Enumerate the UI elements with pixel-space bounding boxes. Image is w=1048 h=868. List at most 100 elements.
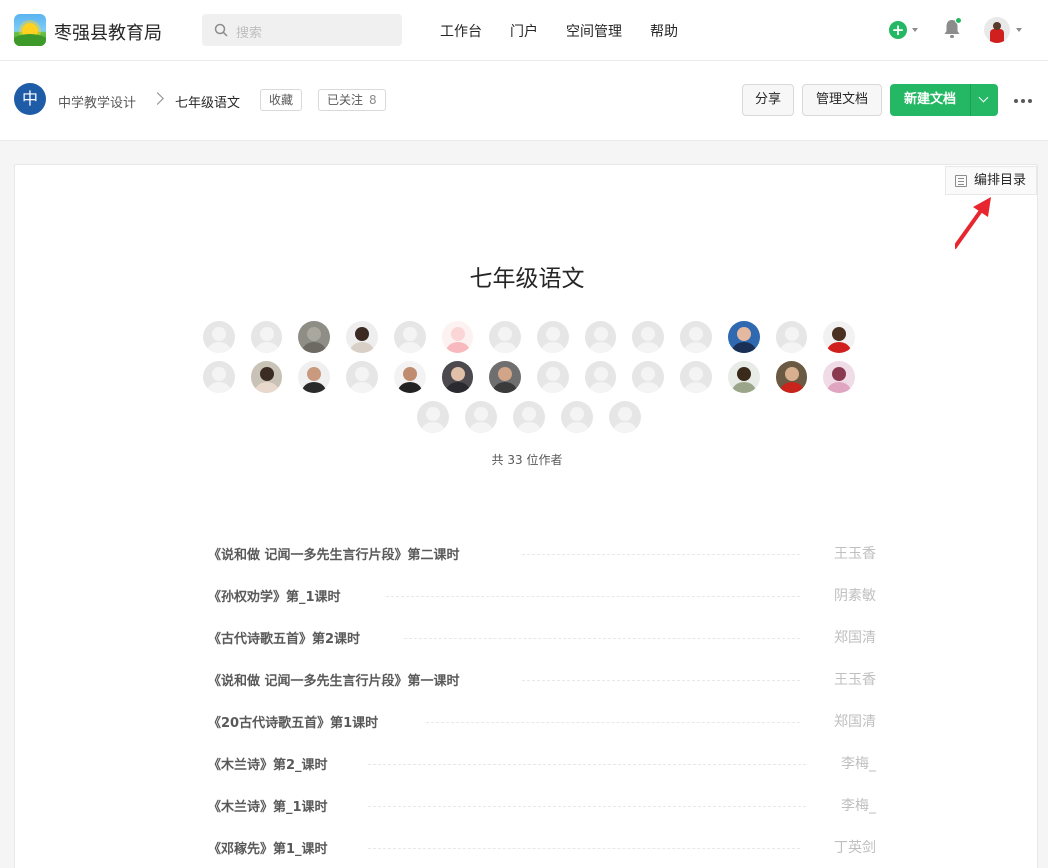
favorite-button[interactable]: 收藏: [260, 89, 303, 111]
new-doc-dropdown-icon[interactable]: [978, 92, 989, 103]
notification-dot: [955, 17, 962, 24]
author-avatar[interactable]: [346, 321, 378, 353]
doc-title[interactable]: 《木兰诗》第_1课时: [208, 796, 328, 815]
author-avatar[interactable]: [465, 401, 497, 433]
dotted-leader: [368, 764, 806, 765]
author-avatar[interactable]: [775, 321, 808, 353]
list-item[interactable]: 《说和做 记闻一多先生言行片段》第一课时 王玉香: [208, 661, 876, 703]
breadcrumb-space[interactable]: 中学教学设计: [58, 92, 136, 111]
space-badge[interactable]: 中: [14, 83, 46, 115]
nav-space-management[interactable]: 空间管理: [566, 21, 622, 41]
author-avatar[interactable]: [441, 321, 474, 353]
author-avatar[interactable]: [537, 321, 569, 353]
author-avatar[interactable]: [417, 401, 449, 433]
dotted-leader: [368, 806, 806, 807]
author-avatar[interactable]: [298, 361, 331, 393]
author-avatar[interactable]: [632, 361, 665, 393]
book-card: 编排目录 七年级语文 共 33 位作者 《说和做 记闻一多先生言行片段》第二课时…: [14, 164, 1038, 868]
author-avatar[interactable]: [680, 321, 712, 353]
author-avatar[interactable]: [489, 321, 521, 353]
new-doc-button[interactable]: 新建文档: [890, 84, 998, 116]
more-options-icon[interactable]: [1014, 99, 1032, 103]
author-avatar[interactable]: [561, 401, 593, 433]
dotted-leader: [426, 722, 800, 723]
author-avatar[interactable]: [584, 321, 617, 353]
author-avatar[interactable]: [393, 361, 426, 393]
org-logo[interactable]: [14, 14, 46, 46]
author-avatar[interactable]: [393, 321, 426, 353]
author-avatar[interactable]: [584, 361, 617, 393]
dotted-leader: [386, 596, 800, 597]
author-avatar[interactable]: [441, 361, 474, 393]
author-avatar[interactable]: [823, 321, 856, 353]
doc-title[interactable]: 《孙权劝学》第_1课时: [208, 586, 341, 605]
author-avatar[interactable]: [202, 361, 235, 393]
edit-toc-label: 编排目录: [974, 173, 1027, 188]
author-avatar[interactable]: [823, 361, 856, 393]
nav-help[interactable]: 帮助: [650, 21, 678, 41]
create-plus-icon[interactable]: +: [889, 21, 907, 39]
doc-title[interactable]: 《20古代诗歌五首》第1课时: [208, 712, 379, 731]
author-avatar[interactable]: [298, 321, 331, 353]
doc-title[interactable]: 《木兰诗》第2_课时: [208, 754, 328, 773]
user-avatar[interactable]: [984, 17, 1010, 43]
author-avatar[interactable]: [609, 401, 641, 433]
author-avatar[interactable]: [346, 361, 378, 393]
space-header: 中 中学教学设计 七年级语文 收藏 已关注 8 分享 管理文档 新建文档: [0, 61, 1048, 141]
authors-count: 共 33 位作者: [491, 453, 563, 467]
book-title: 七年级语文: [469, 266, 585, 292]
dotted-leader: [368, 848, 800, 849]
author-avatar[interactable]: [727, 321, 760, 353]
author-avatar[interactable]: [250, 361, 283, 393]
list-item[interactable]: 《木兰诗》第2_课时 李梅_: [208, 745, 876, 787]
list-item[interactable]: 《邓稼先》第1_课时 丁英剑: [208, 829, 876, 868]
author-avatar[interactable]: [250, 321, 283, 353]
author-avatar[interactable]: [727, 361, 760, 393]
user-menu-caret-icon[interactable]: [1016, 28, 1022, 32]
top-navbar: 枣强县教育局 搜索 工作台 门户 空间管理 帮助 +: [0, 0, 1048, 61]
create-dropdown-caret-icon[interactable]: [912, 28, 918, 32]
author-avatar[interactable]: [632, 321, 665, 353]
avatar-row: [195, 321, 863, 353]
list-item[interactable]: 《古代诗歌五首》第2课时 郑国清: [208, 619, 876, 661]
annotation-arrow-icon: [955, 197, 991, 249]
doc-author: 李梅_: [841, 798, 876, 814]
doc-title[interactable]: 《邓稼先》第1_课时: [208, 838, 328, 857]
doc-title[interactable]: 《说和做 记闻一多先生言行片段》第二课时: [208, 544, 460, 563]
author-avatar[interactable]: [775, 361, 808, 393]
list-item[interactable]: 《20古代诗歌五首》第1课时 郑国清: [208, 703, 876, 745]
author-avatar[interactable]: [537, 361, 569, 393]
author-avatar[interactable]: [513, 401, 545, 433]
avatar-row: [195, 361, 863, 393]
search-icon: [214, 23, 228, 37]
doc-title[interactable]: 《古代诗歌五首》第2课时: [208, 628, 361, 647]
breadcrumb-book[interactable]: 七年级语文: [175, 92, 240, 111]
doc-author: 郑国清: [834, 630, 876, 646]
doc-author: 王玉香: [834, 546, 876, 562]
org-name[interactable]: 枣强县教育局: [54, 19, 162, 45]
nav-workbench[interactable]: 工作台: [440, 21, 482, 41]
list-item[interactable]: 《孙权劝学》第_1课时 阴素敏: [208, 577, 876, 619]
manage-docs-button[interactable]: 管理文档: [802, 84, 882, 116]
list-item[interactable]: 《说和做 记闻一多先生言行片段》第二课时 王玉香: [208, 535, 876, 577]
list-item[interactable]: 《木兰诗》第_1课时 李梅_: [208, 787, 876, 829]
dotted-leader: [404, 638, 800, 639]
favorite-label: 收藏: [269, 93, 294, 107]
search-input[interactable]: 搜索: [202, 14, 402, 46]
document-list: 《说和做 记闻一多先生言行片段》第二课时 王玉香 《孙权劝学》第_1课时 阴素敏…: [208, 535, 876, 868]
toc-icon: [955, 175, 967, 187]
new-doc-label: 新建文档: [903, 92, 956, 107]
avatar-row: [195, 401, 863, 433]
author-avatar[interactable]: [680, 361, 712, 393]
author-avatar[interactable]: [489, 361, 521, 393]
doc-author: 丁英剑: [834, 840, 876, 856]
dotted-leader: [522, 554, 800, 555]
edit-toc-button[interactable]: 编排目录: [945, 166, 1037, 195]
doc-title[interactable]: 《说和做 记闻一多先生言行片段》第一课时: [208, 670, 460, 689]
share-button[interactable]: 分享: [742, 84, 794, 116]
follow-count: 8: [369, 93, 377, 107]
follow-button[interactable]: 已关注 8: [318, 89, 386, 111]
author-avatar[interactable]: [202, 321, 235, 353]
search-placeholder: 搜索: [236, 26, 263, 41]
nav-portal[interactable]: 门户: [510, 21, 538, 41]
